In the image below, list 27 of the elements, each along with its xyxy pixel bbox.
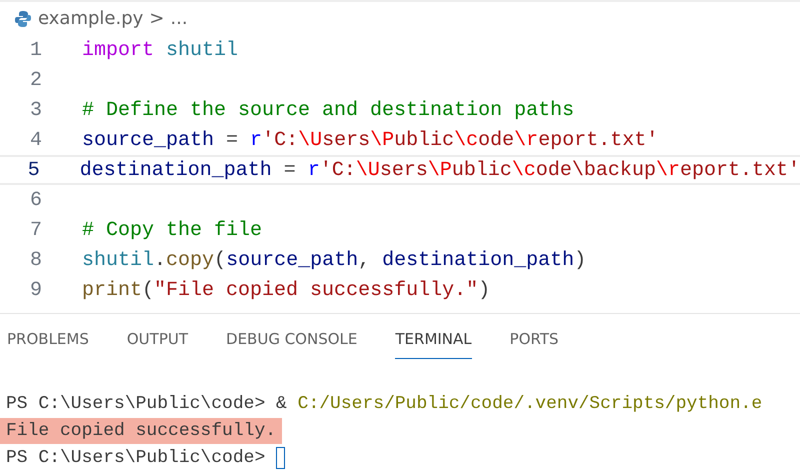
breadcrumb-separator: > <box>149 8 164 30</box>
code-line: source_path = r'C:\Users\Public\code\report.txt' <box>82 128 658 152</box>
panel-tab[interactable]: TERMINAL <box>395 330 472 359</box>
panel-tab[interactable]: PORTS <box>510 330 559 359</box>
line-number: 3 <box>28 98 42 122</box>
code-line: import shutil <box>82 38 238 62</box>
code-line: print("File copied successfully.") <box>82 278 490 302</box>
terminal-line: PS C:\Users\Public\code> <box>6 446 266 470</box>
code-line: destination_path = r'C:\Users\Public\code\backup\report.txt' <box>80 158 800 182</box>
line-number: 4 <box>28 128 42 152</box>
line-number: 8 <box>28 248 42 272</box>
line-number: 2 <box>28 68 42 92</box>
line-number: 6 <box>28 188 42 212</box>
line-number: 1 <box>28 38 42 62</box>
terminal-line: PS C:\Users\Public\code> & C:/Users/Public/code/.venv/Scripts/python.e <box>6 392 762 416</box>
line-number: 7 <box>28 218 42 242</box>
line-number: 5 <box>26 158 40 182</box>
code-line: shutil.copy(source_path, destination_path) <box>82 248 586 272</box>
code-line: # Define the source and destination paths <box>82 98 574 122</box>
line-number: 9 <box>28 278 42 302</box>
code-line: # Copy the file <box>82 218 262 242</box>
breadcrumb-file[interactable]: example.py <box>38 8 144 30</box>
panel-tab[interactable]: OUTPUT <box>126 330 188 359</box>
breadcrumb-more[interactable]: ... <box>170 8 188 30</box>
panel-tab[interactable]: DEBUG CONSOLE <box>226 330 358 359</box>
python-file-icon <box>14 10 32 28</box>
panel-tab[interactable]: PROBLEMS <box>7 330 89 359</box>
